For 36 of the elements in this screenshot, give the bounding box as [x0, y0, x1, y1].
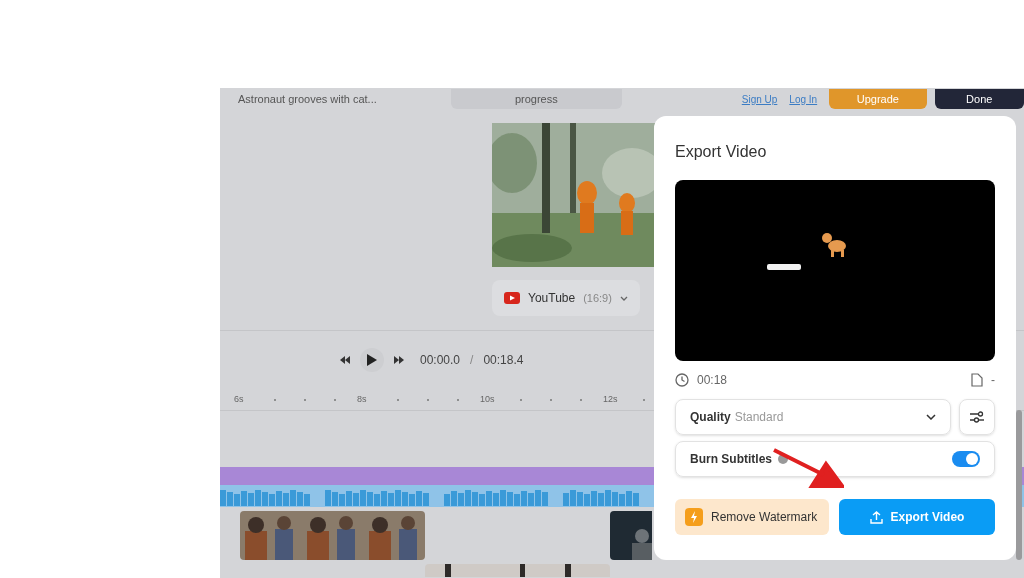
- time-tick: 12s: [603, 392, 615, 406]
- file-size-label: -: [991, 372, 995, 389]
- lightning-icon: [685, 508, 703, 526]
- chevron-down-icon: [619, 295, 628, 301]
- time-tick: 6s: [234, 392, 245, 406]
- project-title: Astronaut grooves with cat...: [238, 91, 378, 107]
- file-icon: [971, 373, 983, 387]
- duration-label: 00:18: [697, 372, 728, 389]
- clock-icon: [675, 373, 689, 387]
- rewind-icon[interactable]: [340, 356, 350, 364]
- total-time: 00:18.4: [483, 352, 524, 369]
- aspect-dropdown[interactable]: YouTube (16:9): [492, 280, 640, 316]
- play-icon: [367, 354, 377, 366]
- remove-watermark-button[interactable]: Remove Watermark: [675, 499, 829, 535]
- sliders-icon: [970, 411, 984, 423]
- play-logo-icon: [504, 292, 520, 304]
- dialog-title: Export Video: [675, 142, 768, 162]
- current-time: 00:00.0: [420, 352, 461, 369]
- quality-dropdown[interactable]: Quality Standard: [675, 399, 951, 435]
- fast-forward-icon[interactable]: [394, 356, 404, 364]
- burn-subtitles-label: Burn Subtitles: [690, 451, 772, 468]
- burn-subtitles-toggle[interactable]: [952, 451, 980, 467]
- ratio-label: (16:9): [583, 290, 612, 306]
- time-tick: 8s: [357, 392, 368, 406]
- done-button[interactable]: Done: [934, 89, 1024, 109]
- pointer-arrow: [772, 448, 844, 488]
- quality-label: Quality: [690, 409, 731, 426]
- settings-button[interactable]: [959, 399, 995, 435]
- play-button[interactable]: [360, 348, 384, 372]
- chevron-down-icon: [926, 414, 936, 420]
- status-field: progress: [450, 89, 622, 109]
- upload-icon: [869, 510, 883, 524]
- time-separator: /: [470, 352, 474, 369]
- time-tick: 10s: [480, 392, 492, 406]
- quality-value: Standard: [734, 409, 784, 426]
- platform-label: YouTube: [528, 290, 576, 307]
